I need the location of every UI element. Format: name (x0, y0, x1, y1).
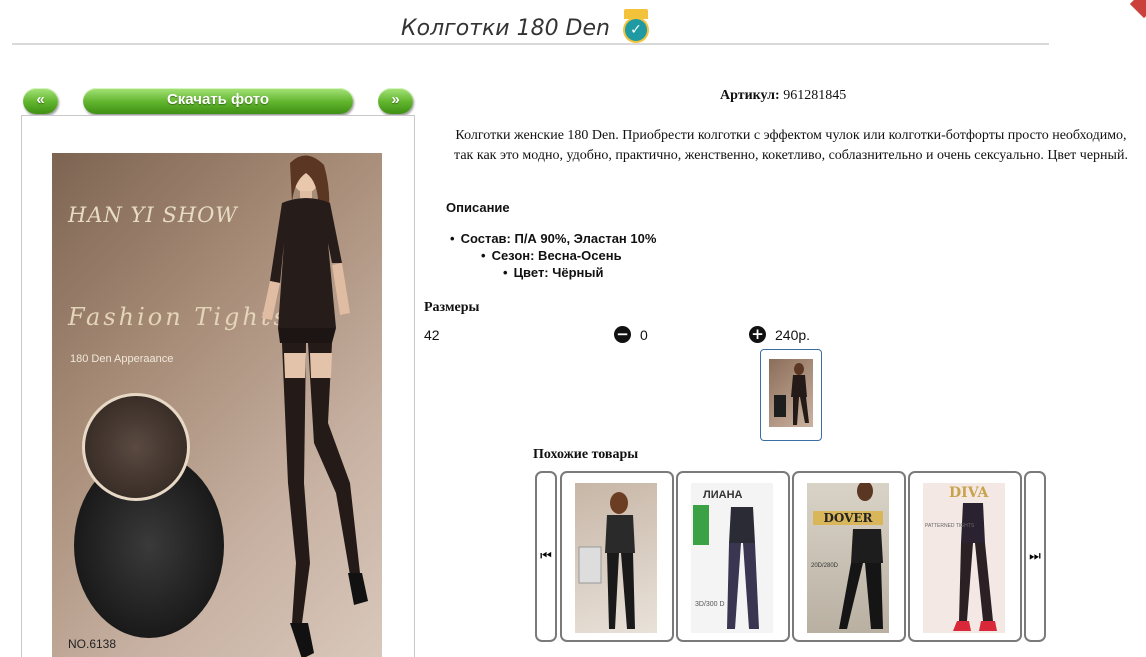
similar-item-1-image (575, 483, 657, 633)
photo-subtitle-text: 180 Den Apperaance (70, 353, 174, 365)
similar-item-2[interactable]: ЛИАНА 3D/300 D (676, 471, 790, 642)
increase-quantity-plus-icon[interactable]: + (749, 326, 766, 343)
similar-item-3-brand: DOVER (813, 511, 883, 525)
price-value: 240р. (775, 327, 811, 343)
similar-item-2-figure (693, 505, 759, 629)
spec-season: Сезон: Весна-Осень (481, 248, 622, 263)
similar-item-4-subtitle: PATTERNED TIGHTS (925, 523, 975, 529)
photo-pattern-closeup (82, 393, 190, 501)
gallery-prev-button[interactable]: « (23, 88, 58, 114)
thumbnail-figure (774, 363, 809, 425)
main-product-photo[interactable]: HAN YI SHOW Fashion Tights 180 Den Apper… (52, 153, 382, 657)
similar-item-2-subtitle: 3D/300 D (695, 601, 725, 608)
spec-color: Цвет: Чёрный (503, 265, 604, 280)
similar-item-1[interactable] (560, 471, 674, 642)
verified-badge-icon: ✓ (622, 9, 649, 43)
similar-item-4-image: DIVA PATTERNED TIGHTS (923, 483, 1005, 633)
decrease-quantity-minus-icon[interactable]: − (614, 326, 631, 343)
title-divider (12, 43, 1049, 45)
similar-item-2-image: ЛИАНА 3D/300 D (691, 483, 773, 633)
spec-composition: Состав: П/А 90%, Эластан 10% (450, 231, 657, 246)
selected-photo-thumbnail[interactable] (760, 349, 822, 441)
similar-products-heading: Похожие товары (533, 447, 639, 462)
article-line: Артикул: 961281845 (720, 88, 846, 104)
carousel-prev-skip-back-icon[interactable]: ⏮ (535, 471, 557, 642)
article-value: 961281845 (783, 88, 847, 103)
product-description: Колготки женские 180 Den. Приобрести кол… (454, 128, 1128, 163)
similar-item-3-figure (839, 483, 883, 629)
similar-item-3-subtitle: 20D/280D (811, 563, 839, 569)
similar-item-1-figure (578, 492, 635, 629)
sizes-heading: Размеры (424, 300, 480, 315)
download-photo-button[interactable]: Скачать фото (83, 88, 353, 114)
similar-item-3-image: DOVER 20D/280D (807, 483, 889, 633)
size-value: 42 (424, 327, 440, 343)
corner-decoration (1129, 0, 1146, 19)
model-figure-illustration (262, 155, 368, 657)
carousel-next-skip-forward-icon[interactable]: ⏭ (1024, 471, 1046, 642)
similar-item-4-brand: DIVA (949, 485, 989, 501)
quantity-value: 0 (640, 327, 648, 343)
similar-item-4-figure (953, 503, 997, 631)
similar-item-3[interactable]: DOVER 20D/280D (792, 471, 906, 642)
page-title: Колготки 180 Den ✓ (0, 9, 1050, 43)
product-title: Колготки 180 Den (401, 16, 610, 41)
photo-item-number: NO.6138 (68, 637, 117, 651)
details-heading: Описание (446, 200, 510, 215)
similar-item-2-brand: ЛИАНА (703, 489, 743, 501)
gallery-next-button[interactable]: » (378, 88, 413, 114)
thumbnail-image (769, 359, 813, 427)
article-label: Артикул: (720, 88, 780, 103)
photo-brand-text: HAN YI SHOW (68, 203, 238, 227)
similar-item-4[interactable]: DIVA PATTERNED TIGHTS (908, 471, 1022, 642)
